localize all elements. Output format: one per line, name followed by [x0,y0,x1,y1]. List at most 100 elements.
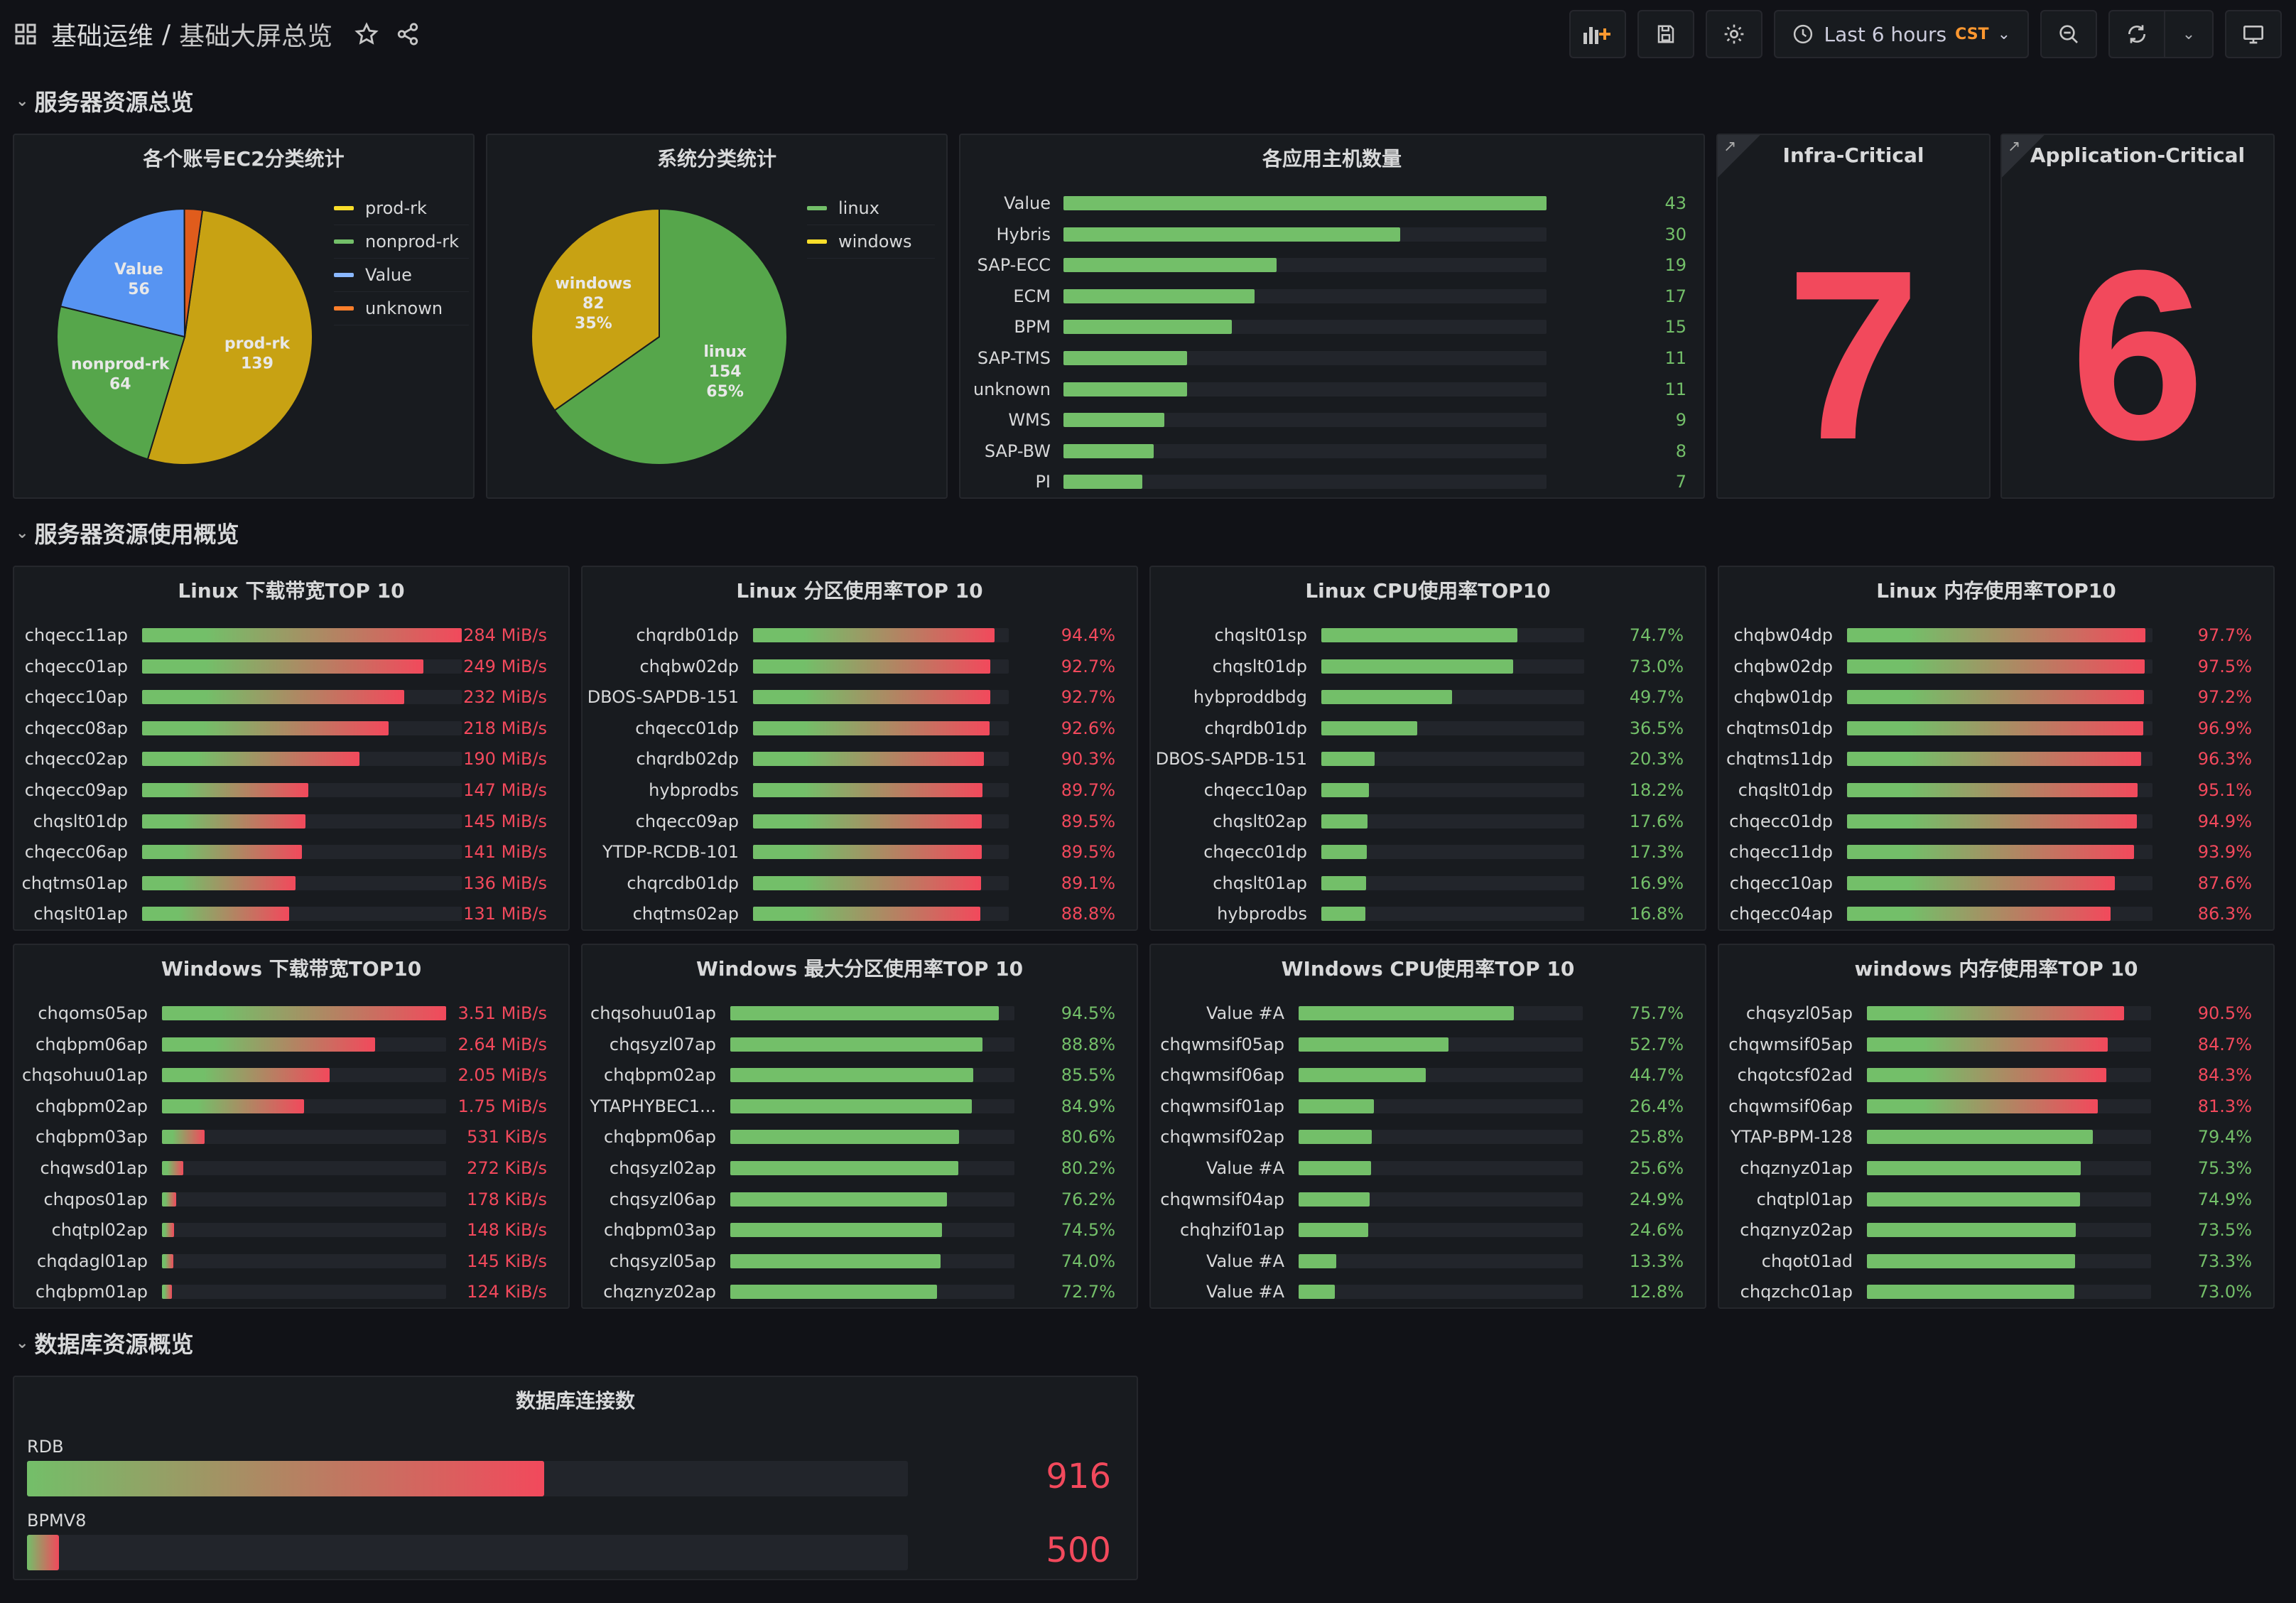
bar-row[interactable]: chqecc02ap 190 MiB/s [14,743,568,774]
bar-row[interactable]: chqrdb01dp 94.4% [583,620,1137,651]
bar-row[interactable]: chqbw04dp 97.7% [1719,620,2273,651]
bar-row[interactable]: DBOS-SAPDB-151 92.7% [583,681,1137,713]
panel-infra-critical[interactable]: ↗ Infra-Critical 7 [1716,134,1991,499]
bar-row[interactable]: chqwmsif06ap 81.3% [1719,1091,2273,1122]
bar-row[interactable]: YTAPHYBEC1... 84.9% [583,1091,1137,1122]
bar-row[interactable]: chqsohuu01ap 94.5% [583,998,1137,1029]
bar-row[interactable]: chqecc04ap 86.3% [1719,898,2273,929]
bar-row[interactable]: hybprodbs 16.8% [1151,898,1705,929]
bar-row[interactable]: chqslt01ap 16.9% [1151,868,1705,899]
bar-row[interactable]: chqbw02dp 97.5% [1719,651,2273,682]
star-icon[interactable] [352,20,381,48]
bar-row[interactable]: chqwmsif02ap 25.8% [1151,1121,1705,1153]
panel-windows-bandwidth-top10[interactable]: Windows 下载带宽TOP10 chqoms05ap 3.51 MiB/s ch… [13,944,570,1309]
panel-ec2-pie[interactable]: 各个账号EC2分类统计 prod-rk 139 nonprod-rk 64 Value 5… [13,134,475,499]
bar-row[interactable]: chqtms02ap 88.8% [583,898,1137,929]
bar-row[interactable]: chqdagl01ap 145 KiB/s [14,1246,568,1277]
bar-row[interactable]: SAP-TMS 11 [960,342,1704,374]
panel-windows-memory-top10[interactable]: windows 内存使用率TOP 10 chqsyzl05ap 90.5% chqw… [1718,944,2275,1309]
bar-row[interactable]: hybproddbdg 49.7% [1151,681,1705,713]
bar-row[interactable]: chqzchc01ap 73.0% [1719,1276,2273,1307]
bar-row[interactable]: chqrdb01dp 36.5% [1151,713,1705,744]
bar-row[interactable]: chqsyzl06ap 76.2% [583,1184,1137,1215]
bar-row[interactable]: chqecc10ap 18.2% [1151,774,1705,806]
bar-row[interactable]: chqbw02dp 92.7% [583,651,1137,682]
bar-row[interactable]: chqbpm02ap 85.5% [583,1059,1137,1091]
bar-row[interactable]: chqwmsif04ap 24.9% [1151,1184,1705,1215]
bar-row[interactable]: chqsyzl02ap 80.2% [583,1153,1137,1184]
bar-row[interactable]: chqot01ad 73.3% [1719,1246,2273,1277]
bar-row[interactable]: chqznyz02ap 73.5% [1719,1214,2273,1246]
bar-row[interactable]: YTAP-BPM-128 79.4% [1719,1121,2273,1153]
tv-mode-button[interactable] [2225,10,2282,58]
bar-row[interactable]: Value #A 13.3% [1151,1246,1705,1277]
bar-row[interactable]: PI 7 [960,466,1704,497]
bar-row[interactable]: chqecc01dp 92.6% [583,713,1137,744]
bar-row[interactable]: chqwmsif05ap 52.7% [1151,1029,1705,1060]
bar-row[interactable]: chqecc06ap 141 MiB/s [14,836,568,868]
panel-app-hosts[interactable]: 各应用主机数量 Value 43 Hybris 30 SAP-ECC 19 ECM 17 BPM… [959,134,1705,499]
row-header-database-overview[interactable]: ⌄ 数据库资源概览 [16,1326,193,1360]
zoom-out-button[interactable] [2040,10,2097,58]
bar-row[interactable]: DBOS-SAPDB-151 20.3% [1151,743,1705,774]
bar-row[interactable]: chqsohuu01ap 2.05 MiB/s [14,1059,568,1091]
bar-row[interactable]: chqznyz01ap 75.3% [1719,1153,2273,1184]
bar-row[interactable]: chqpos01ap 178 KiB/s [14,1184,568,1215]
bar-row[interactable]: chqecc10ap 232 MiB/s [14,681,568,713]
bar-row[interactable]: chqecc01dp 94.9% [1719,806,2273,837]
bar-row[interactable]: chqwmsif05ap 84.7% [1719,1029,2273,1060]
bar-row[interactable]: chqwmsif01ap 26.4% [1151,1091,1705,1122]
legend-item-windows[interactable]: windows [807,225,935,259]
bar-row[interactable]: chqbpm03ap 74.5% [583,1214,1137,1246]
bar-row[interactable]: chqsyzl05ap 90.5% [1719,998,2273,1029]
panel-os-pie[interactable]: 系统分类统计 linux 154 65% windows 82 35% linux wind… [486,134,948,499]
save-dashboard-button[interactable] [1637,10,1695,58]
bar-row[interactable]: chqecc01dp 17.3% [1151,836,1705,868]
bar-row[interactable]: chqtpl01ap 74.9% [1719,1184,2273,1215]
panel-windows-disk-top10[interactable]: Windows 最大分区使用率TOP 10 chqsohuu01ap 94.5% c… [581,944,1138,1309]
bar-row[interactable]: chqecc09ap 89.5% [583,806,1137,837]
bar-row[interactable]: chqslt01dp 73.0% [1151,651,1705,682]
bar-row[interactable]: YTDP-RCDB-101 89.5% [583,836,1137,868]
bar-row[interactable]: chqecc11dp 93.9% [1719,836,2273,868]
bar-row[interactable]: Value 43 [960,188,1704,219]
bar-row[interactable]: WMS 9 [960,404,1704,436]
bar-row[interactable]: Value #A 12.8% [1151,1276,1705,1307]
panel-linux-bandwidth-top10[interactable]: Linux 下载带宽TOP 10 chqecc11ap 284 MiB/s chqe… [13,566,570,931]
panel-db-connections[interactable]: 数据库连接数 RDB 916 BPMV8 500 [13,1376,1138,1580]
panel-linux-disk-top10[interactable]: Linux 分区使用率TOP 10 chqrdb01dp 94.4% chqbw02… [581,566,1138,931]
bar-row[interactable]: SAP-ECC 19 [960,249,1704,281]
legend-item-prod-rk[interactable]: prod-rk [334,192,469,225]
bar-row[interactable]: chqtms01dp 96.9% [1719,713,2273,744]
bar-row[interactable]: chqslt01ap 131 MiB/s [14,898,568,929]
legend-item-nonprod-rk[interactable]: nonprod-rk [334,225,469,259]
bar-row[interactable]: chqslt01dp 95.1% [1719,774,2273,806]
bar-row[interactable]: chqhzif01ap 24.6% [1151,1214,1705,1246]
bar-row[interactable]: chqslt02ap 17.6% [1151,806,1705,837]
legend-item-Value[interactable]: Value [334,259,469,292]
row-header-server-overview[interactable]: ⌄ 服务器资源总览 [16,84,193,118]
panel-application-critical[interactable]: ↗ Application-Critical 6 [2000,134,2275,499]
bar-row[interactable]: chqslt01dp 145 MiB/s [14,806,568,837]
bar-row[interactable]: Hybris 30 [960,219,1704,250]
bar-row[interactable]: chqoms05ap 3.51 MiB/s [14,998,568,1029]
bar-row[interactable]: unknown 11 [960,374,1704,405]
bar-row[interactable]: chqbpm06ap 80.6% [583,1121,1137,1153]
bar-row[interactable]: SAP-BW 8 [960,436,1704,467]
bar-row[interactable]: chqecc01ap 249 MiB/s [14,651,568,682]
bar-row[interactable]: chqrcdb01dp 89.1% [583,868,1137,899]
row-header-server-usage[interactable]: ⌄ 服务器资源使用概览 [16,516,239,550]
bar-row[interactable]: chqrdb02dp 90.3% [583,743,1137,774]
add-panel-button[interactable] [1569,10,1627,58]
bar-row[interactable]: BPM 15 [960,311,1704,342]
panel-linux-cpu-top10[interactable]: Linux CPU使用率TOP10 chqslt01sp 74.7% chqslt0… [1149,566,1706,931]
bar-row[interactable]: chqecc10ap 87.6% [1719,868,2273,899]
share-icon[interactable] [394,20,422,48]
bar-row[interactable]: chqecc11ap 284 MiB/s [14,620,568,651]
page-title[interactable]: 基础大屏总览 [179,16,332,53]
bar-row[interactable]: chqtms11dp 96.3% [1719,743,2273,774]
bar-row[interactable]: chqtpl02ap 148 KiB/s [14,1214,568,1246]
bar-row[interactable]: chqbw01dp 97.2% [1719,681,2273,713]
bar-row[interactable]: chqslt01sp 74.7% [1151,620,1705,651]
refresh-interval-dropdown[interactable]: ⌄ [2165,10,2214,58]
